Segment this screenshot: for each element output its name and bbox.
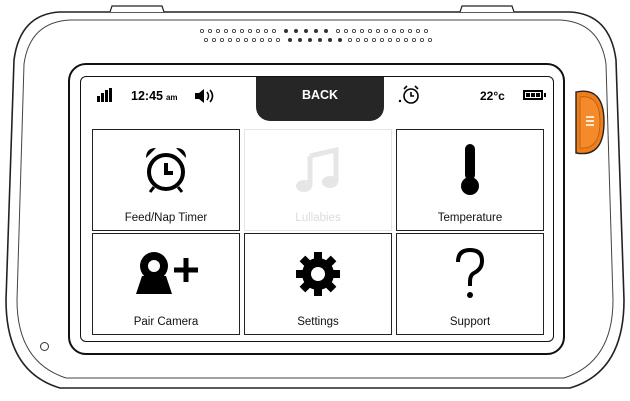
tile-temperature[interactable]: Temperature xyxy=(396,129,544,231)
alarm-clock-icon xyxy=(146,148,186,193)
thermometer-icon xyxy=(461,144,479,195)
battery-full-icon xyxy=(523,90,546,100)
monitor-device: 12:45 am BACK 22°c Feed/Nap Timer Lullab… xyxy=(0,0,630,401)
speaker-grill xyxy=(200,29,432,42)
menu-side-button[interactable] xyxy=(574,86,606,159)
tile-settings[interactable]: Settings xyxy=(244,233,392,335)
add-camera-icon xyxy=(136,252,198,294)
clock: 12:45 am xyxy=(131,89,178,103)
tile-label: Support xyxy=(449,316,491,328)
tile-label: Lullabies xyxy=(295,212,341,224)
ampm-text: am xyxy=(165,93,178,102)
temperature-readout: 22°c xyxy=(480,89,505,103)
tile-lullabies[interactable]: Lullabies xyxy=(244,129,392,231)
music-note-icon xyxy=(296,146,339,192)
time-text: 12:45 xyxy=(131,89,163,103)
tile-feed-nap-timer[interactable]: Feed/Nap Timer xyxy=(92,129,240,231)
tile-pair-camera[interactable]: Pair Camera xyxy=(92,233,240,335)
tile-support[interactable]: Support xyxy=(396,233,544,335)
power-led xyxy=(40,342,49,351)
tile-label: Settings xyxy=(297,316,339,328)
tile-label: Pair Camera xyxy=(133,316,199,328)
alarm-clock-icon xyxy=(398,85,419,104)
screen: 12:45 am BACK 22°c Feed/Nap Timer Lullab… xyxy=(80,76,554,342)
back-button[interactable]: BACK xyxy=(256,77,384,121)
signal-bars-icon xyxy=(97,88,113,102)
speaker-volume-icon[interactable] xyxy=(193,87,217,105)
question-mark-icon xyxy=(456,247,485,298)
gear-icon xyxy=(296,252,340,296)
status-bar: 12:45 am BACK 22°c xyxy=(81,77,553,121)
tile-label: Feed/Nap Timer xyxy=(124,212,208,224)
tile-label: Temperature xyxy=(437,212,503,224)
